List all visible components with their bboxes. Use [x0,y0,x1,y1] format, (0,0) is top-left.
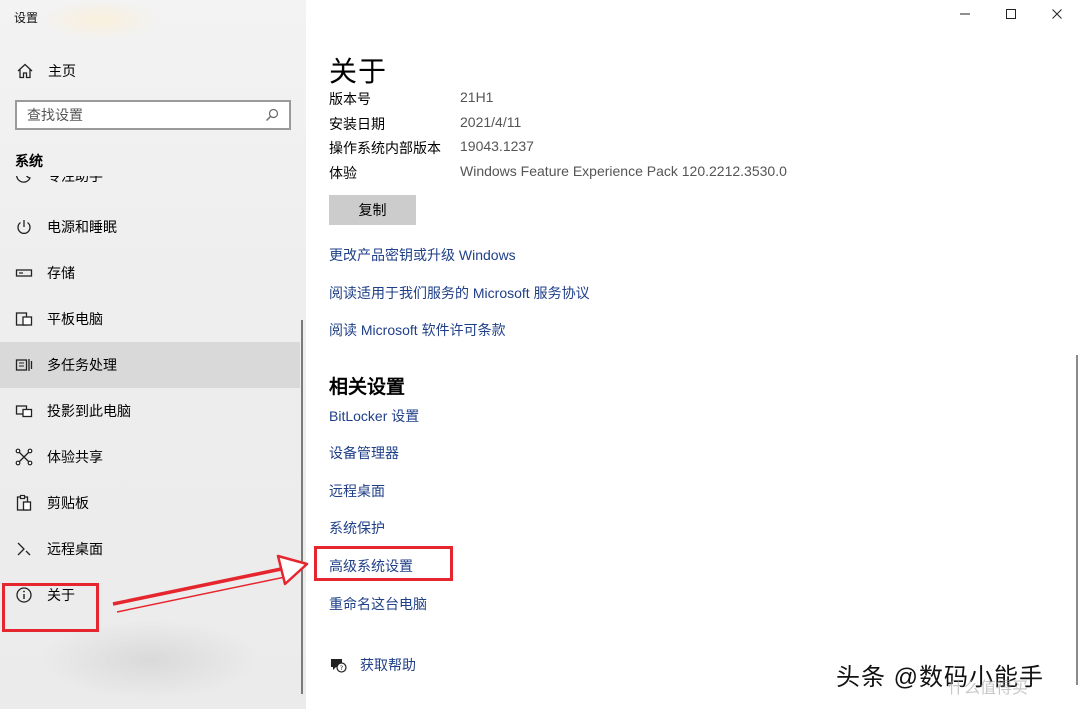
rename-pc-link[interactable]: 重命名这台电脑 [329,594,427,614]
watermark-faint: 什么值得买 [948,680,1029,697]
sidebar-item-focus-assist[interactable]: 专注助手 [0,176,300,204]
sidebar-nav: 专注助手 电源和睡眠 存储 平板电脑 多任务处理 投影到此电脑 体验共享 剪贴板… [0,176,300,618]
spec-key: 版本号 [329,91,371,107]
sidebar-item-label: 剪贴板 [47,495,89,511]
get-help-link[interactable]: ? 获取帮助 [329,655,416,675]
sidebar-item-label: 存储 [47,265,75,281]
project-icon [15,402,33,420]
related-settings-title: 相关设置 [329,377,406,398]
page-title: 关于 [329,56,388,87]
svg-text:?: ? [340,664,343,672]
shared-experiences-icon [15,448,33,466]
sidebar-item-label: 远程桌面 [47,541,103,557]
main-panel: 关于 版本号 21H1 安装日期 2021/4/11 操作系统内部版本 1904… [306,0,1080,709]
help-chat-icon: ? [329,656,347,674]
spec-row-os-build: 操作系统内部版本 19043.1237 [329,138,534,158]
section-heading: 系统 [15,153,43,169]
search-input[interactable] [27,107,263,123]
spec-row-install-date: 安装日期 2021/4/11 [329,114,521,134]
highlight-box-advanced-settings [314,546,453,581]
sidebar-item-storage[interactable]: 存储 [0,250,300,296]
sidebar-item-label: 专注助手 [47,176,103,184]
copy-button[interactable]: 复制 [329,195,416,225]
sidebar-item-clipboard[interactable]: 剪贴板 [0,480,300,526]
system-protection-link[interactable]: 系统保护 [329,518,385,538]
focus-assist-icon [15,176,33,184]
sidebar-item-label: 电源和睡眠 [47,219,117,235]
sidebar-item-shared-experiences[interactable]: 体验共享 [0,434,300,480]
sidebar-item-label: 多任务处理 [47,357,117,373]
sidebar-home-label: 主页 [48,63,76,79]
bitlocker-settings-link[interactable]: BitLocker 设置 [329,406,419,426]
highlight-box-about [2,583,99,632]
sidebar-item-project[interactable]: 投影到此电脑 [0,388,300,434]
main-scrollbar[interactable] [1076,355,1078,685]
license-terms-link[interactable]: 阅读 Microsoft 软件许可条款 [329,320,506,340]
sidebar-scrollbar[interactable] [301,320,303,694]
sidebar-item-label: 体验共享 [47,449,103,465]
spec-row-version: 版本号 21H1 [329,89,493,109]
spec-value: 19043.1237 [460,138,534,154]
sidebar-item-label: 平板电脑 [47,311,103,327]
sidebar-item-tablet[interactable]: 平板电脑 [0,296,300,342]
sidebar-item-label: 投影到此电脑 [47,403,131,419]
change-product-key-link[interactable]: 更改产品密钥或升级 Windows [329,245,516,265]
remote-desktop-icon [15,540,33,558]
spec-value: 21H1 [460,89,494,105]
clipboard-icon [15,494,33,512]
storage-icon [15,264,33,282]
device-manager-link[interactable]: 设备管理器 [329,443,399,463]
spec-value: Windows Feature Experience Pack 120.2212… [460,163,787,179]
spec-key: 体验 [329,165,357,181]
spec-key: 操作系统内部版本 [329,140,441,156]
tablet-icon [15,310,33,328]
search-icon[interactable] [263,106,281,124]
spec-key: 安装日期 [329,116,385,132]
home-icon [16,62,34,80]
get-help-label: 获取帮助 [360,657,416,673]
sidebar-item-remote-desktop[interactable]: 远程桌面 [0,526,300,572]
service-agreement-link[interactable]: 阅读适用于我们服务的 Microsoft 服务协议 [329,283,590,303]
spec-row-experience: 体验 Windows Feature Experience Pack 120.2… [329,163,787,183]
sidebar-item-multitasking[interactable]: 多任务处理 [0,342,300,388]
sidebar-home[interactable]: 主页 [0,55,300,87]
sidebar-item-power[interactable]: 电源和睡眠 [0,204,300,250]
power-icon [15,218,33,236]
spec-value: 2021/4/11 [460,114,522,130]
remote-desktop-link[interactable]: 远程桌面 [329,481,385,501]
multitasking-icon [15,356,33,374]
search-box[interactable] [15,100,291,130]
window-title: 设置 [14,11,39,25]
